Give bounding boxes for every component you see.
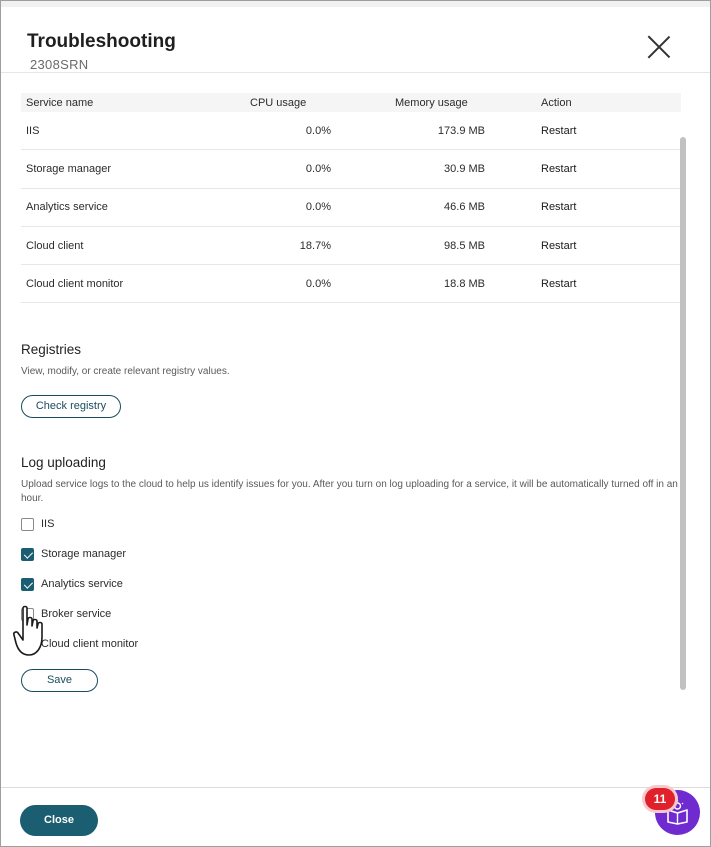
restart-link[interactable]: Restart — [541, 163, 576, 175]
memory-value: 98.5 MB — [444, 239, 485, 252]
service-name: Cloud client — [26, 239, 84, 252]
scrollbar-thumb[interactable] — [680, 137, 686, 690]
table-header: Service name CPU usage Memory usage Acti… — [21, 93, 681, 112]
checkbox[interactable] — [21, 518, 34, 531]
registries-description: View, modify, or create relevant registr… — [21, 366, 230, 377]
table-row: Cloud client monitor 0.0% 18.8 MB Restar… — [21, 265, 681, 304]
service-name: Analytics service — [26, 201, 108, 214]
service-name: IIS — [26, 124, 40, 137]
table-row: Storage manager 0.0% 30.9 MB Restart — [21, 150, 681, 189]
dialog-header: Troubleshooting 2308SRN — [1, 7, 710, 73]
cpu-value: 0.0% — [305, 124, 331, 137]
services-table: Service name CPU usage Memory usage Acti… — [21, 93, 681, 304]
restart-link[interactable]: Restart — [541, 201, 576, 213]
dialog-title: Troubleshooting — [27, 31, 176, 52]
memory-value: 30.9 MB — [444, 162, 485, 175]
hand-cursor-icon — [13, 605, 43, 656]
check-registry-button[interactable]: Check registry — [21, 395, 121, 418]
cpu-value: 0.0% — [305, 162, 331, 175]
service-name: Cloud client monitor — [26, 277, 124, 290]
memory-value: 173.9 MB — [437, 124, 485, 137]
restart-link[interactable]: Restart — [541, 240, 576, 252]
cpu-value: 0.0% — [305, 201, 331, 214]
checkbox-checked[interactable] — [21, 578, 34, 591]
save-button[interactable]: Save — [21, 669, 98, 692]
scrollbar[interactable] — [680, 137, 688, 692]
checkbox-label: IIS — [41, 518, 55, 530]
log-uploading-title: Log uploading — [21, 455, 106, 470]
notification-badge: 11 — [645, 788, 675, 810]
checkbox-label: Cloud client monitor — [41, 638, 139, 650]
checkbox-checked[interactable] — [21, 548, 34, 561]
log-uploading-description: Upload service logs to the cloud to help… — [21, 479, 678, 504]
header-service-name: Service name — [26, 96, 94, 109]
memory-value: 46.6 MB — [444, 201, 485, 214]
troubleshooting-dialog: Troubleshooting 2308SRN Service name CPU… — [0, 0, 711, 847]
cpu-value: 18.7% — [299, 239, 331, 252]
restart-link[interactable]: Restart — [541, 278, 576, 290]
restart-link[interactable]: Restart — [541, 125, 576, 137]
header-cpu-usage: CPU usage — [250, 96, 307, 109]
checkbox-label: Broker service — [41, 608, 112, 620]
header-memory-usage: Memory usage — [395, 96, 468, 109]
table-row: Cloud client 18.7% 98.5 MB Restart — [21, 227, 681, 266]
checkbox-label: Storage manager — [41, 548, 126, 560]
close-button[interactable]: Close — [20, 805, 98, 836]
registries-title: Registries — [21, 342, 82, 357]
close-icon[interactable] — [647, 35, 671, 59]
dialog-footer: Close — [1, 787, 710, 846]
table-row: IIS 0.0% 173.9 MB Restart — [21, 112, 681, 151]
service-name: Storage manager — [26, 162, 111, 175]
table-row: Analytics service 0.0% 46.6 MB Restart — [21, 189, 681, 227]
dialog-content: Service name CPU usage Memory usage Acti… — [21, 73, 681, 788]
memory-value: 18.8 MB — [444, 277, 485, 290]
checkbox-label: Analytics service — [41, 578, 123, 590]
cpu-value: 0.0% — [305, 277, 331, 290]
header-action: Action — [541, 96, 572, 109]
dialog-subtitle: 2308SRN — [30, 57, 89, 72]
